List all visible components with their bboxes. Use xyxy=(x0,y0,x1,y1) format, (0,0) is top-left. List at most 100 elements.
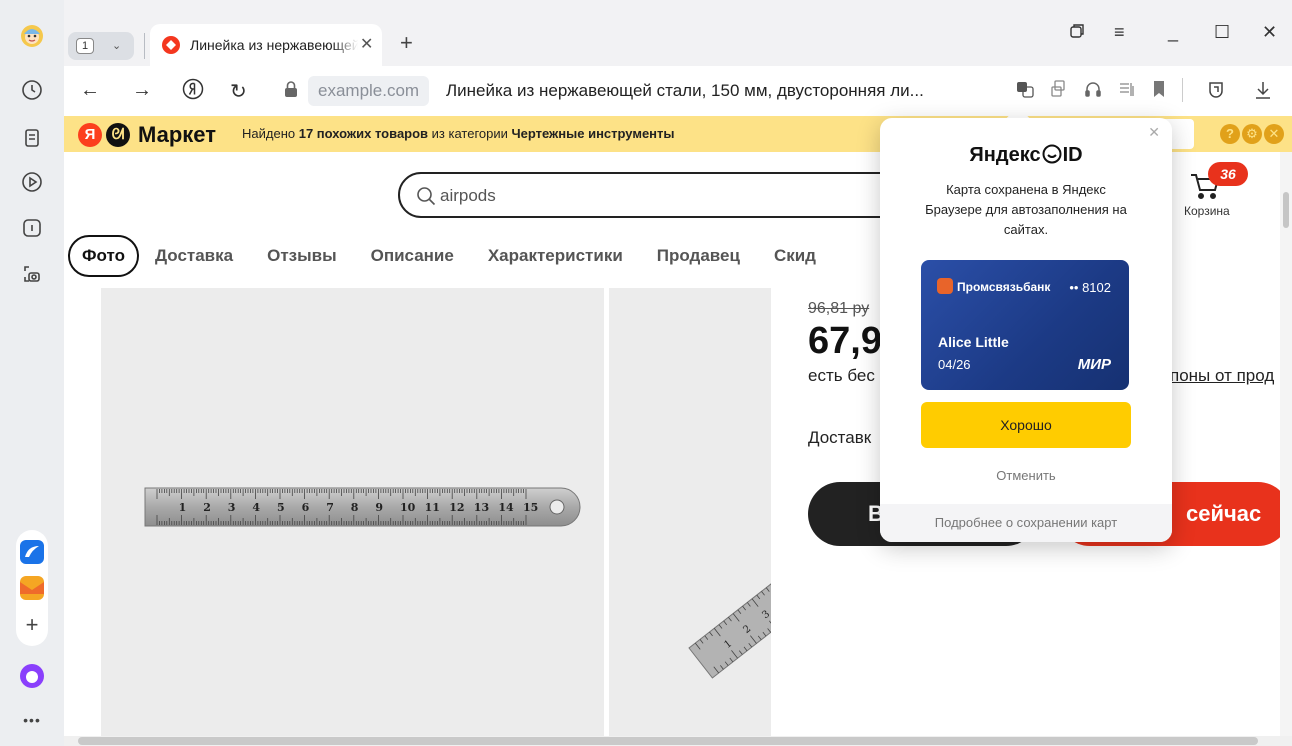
ok-button[interactable]: Хорошо xyxy=(921,402,1131,448)
screenshot-icon[interactable] xyxy=(20,262,44,286)
ruler-number: 4 xyxy=(252,501,260,514)
market-circle-icon: ᘛ xyxy=(106,123,130,147)
ruler-number: 2 xyxy=(203,501,211,514)
ruler-number: 9 xyxy=(375,501,383,514)
ruler-number: 5 xyxy=(277,501,285,514)
tab-seller[interactable]: Продавец xyxy=(657,246,740,266)
market-logo[interactable]: Я ᘛ Маркет xyxy=(78,122,216,148)
forward-icon[interactable]: → xyxy=(132,79,152,102)
ruler-number: 10 xyxy=(400,501,416,514)
market-brand: Маркет xyxy=(138,122,216,147)
reading-list-icon[interactable] xyxy=(1118,80,1136,98)
ruler-number: 14 xyxy=(498,501,514,514)
tab-specs[interactable]: Характеристики xyxy=(488,246,623,266)
collections-icon[interactable] xyxy=(20,126,44,150)
reader-mode-icon[interactable] xyxy=(1050,80,1068,98)
menu-icon[interactable]: ≡ xyxy=(1114,22,1125,43)
tab-description[interactable]: Описание xyxy=(371,246,454,266)
market-text-count: 17 похожих товаров xyxy=(298,126,429,141)
cancel-button[interactable]: Отменить xyxy=(880,468,1172,483)
lock-icon[interactable] xyxy=(284,80,298,98)
new-tab-icon[interactable]: + xyxy=(400,30,413,56)
ruler-number: 15 xyxy=(523,501,538,514)
active-tab[interactable]: Линейка из нержавеющей стали, 150 мм, дв… xyxy=(150,24,382,66)
tab-separator xyxy=(144,33,145,59)
market-bar-text[interactable]: Найдено 17 похожих товаров из категории … xyxy=(242,126,675,141)
browser-sidebar: + ••• xyxy=(0,0,64,746)
back-icon[interactable]: ← xyxy=(80,79,100,102)
search-input[interactable]: airpods xyxy=(398,172,958,218)
reload-icon[interactable]: ↻ xyxy=(230,79,247,104)
free-shipping-text: есть бес xyxy=(808,366,875,385)
maximize-icon[interactable]: ☐ xyxy=(1214,22,1230,43)
yandex-id-logo-text: Яндекс xyxy=(969,144,1041,166)
protect-icon[interactable] xyxy=(1206,80,1226,100)
more-icon[interactable]: ••• xyxy=(20,712,44,736)
tab-delivery[interactable]: Доставка xyxy=(155,246,233,266)
coupons-link[interactable]: поны от прод xyxy=(1170,366,1274,386)
close-window-icon[interactable]: ✕ xyxy=(1262,22,1277,43)
url-domain[interactable]: example.com xyxy=(308,76,430,106)
yandex-circle-icon: Я xyxy=(78,123,102,147)
card-payment-system: МИР xyxy=(1077,356,1111,373)
saved-bank-card: Промсвязьбанк •• 8102 Alice Little 04/26… xyxy=(921,260,1129,390)
ruler-angled-image: 1 2 3 xyxy=(688,567,771,679)
horizontal-scroll-thumb[interactable] xyxy=(78,737,1258,745)
tab-switcher-button[interactable]: 1 ⌄ xyxy=(68,32,134,60)
cart-count-badge: 36 xyxy=(1208,162,1248,186)
profile-avatar-icon[interactable] xyxy=(20,24,44,48)
alice-assistant-icon[interactable] xyxy=(20,664,44,688)
downloads-icon[interactable] xyxy=(1254,80,1272,100)
tabs-menu-icon[interactable] xyxy=(1068,22,1086,40)
bank-logo-icon xyxy=(937,278,953,294)
market-text-middle: из категории xyxy=(428,126,512,141)
vertical-scrollbar[interactable] xyxy=(1280,152,1292,736)
url-page-title[interactable]: Линейка из нержавеющей стали, 150 мм, дв… xyxy=(446,81,924,101)
tab-count: 1 xyxy=(76,38,94,54)
ruler-number: 3 xyxy=(228,501,236,514)
translate-icon[interactable] xyxy=(1016,80,1034,98)
messenger-app-icon[interactable] xyxy=(20,540,44,564)
yandex-logo-icon[interactable] xyxy=(182,78,204,100)
product-tabs: Фото Доставка Отзывы Описание Характерис… xyxy=(68,234,850,278)
ruler-image: 1 2 3 4 5 6 7 8 9 10 11 12 13 14 15 xyxy=(144,487,581,527)
yandex-id-logo: Яндекс ID xyxy=(880,144,1172,167)
settings-icon[interactable]: ⚙ xyxy=(1242,124,1262,144)
close-tab-icon[interactable]: ✕ xyxy=(360,34,373,54)
old-price: 96,81 ру xyxy=(808,300,870,317)
mail-app-icon[interactable] xyxy=(20,576,44,600)
card-holder: Alice Little xyxy=(938,334,1009,350)
horizontal-scrollbar[interactable] xyxy=(64,736,1292,746)
tab-title: Линейка из нержавеющей стали, 150 мм, дв… xyxy=(190,37,358,53)
product-photo-secondary[interactable]: 1 2 3 xyxy=(609,288,771,736)
popup-close-icon[interactable]: ✕ xyxy=(1148,124,1160,141)
ruler-number: 13 xyxy=(474,501,489,514)
card-expiry: 04/26 xyxy=(938,357,971,372)
minimize-icon[interactable]: _ xyxy=(1168,22,1178,43)
ruler-number: 1 xyxy=(179,501,187,514)
product-photo-main[interactable]: 1 2 3 4 5 6 7 8 9 10 11 12 13 14 15 xyxy=(101,288,604,736)
card-bank-name: Промсвязьбанк xyxy=(957,280,1051,294)
tab-photo[interactable]: Фото xyxy=(68,235,139,277)
bookmark-icon[interactable] xyxy=(1152,80,1166,98)
play-icon[interactable] xyxy=(20,170,44,194)
headphones-icon[interactable] xyxy=(1084,80,1102,98)
yandex-id-logo-id: ID xyxy=(1062,144,1083,166)
tab-discounts[interactable]: Скид xyxy=(774,246,816,266)
ruler-number: 8 xyxy=(351,501,359,514)
history-icon[interactable] xyxy=(20,78,44,102)
yandex-id-popup: ✕ Яндекс ID Карта сохранена в Яндекс Брау… xyxy=(880,118,1172,542)
add-app-icon[interactable]: + xyxy=(20,614,44,638)
smile-icon xyxy=(1042,144,1062,164)
vertical-scroll-thumb[interactable] xyxy=(1283,192,1289,228)
help-icon[interactable]: ? xyxy=(1220,124,1240,144)
cart-label[interactable]: Корзина xyxy=(1184,204,1230,218)
toolbar-divider xyxy=(1182,78,1183,102)
card-saved-message: Карта сохранена в Яндекс Браузере для ав… xyxy=(925,182,1127,237)
tab-reviews[interactable]: Отзывы xyxy=(267,246,337,266)
price: 67,9 xyxy=(808,320,882,362)
tab-counter-icon[interactable] xyxy=(20,216,44,240)
close-icon[interactable]: ✕ xyxy=(1264,124,1284,144)
search-icon xyxy=(416,186,436,206)
learn-more-link[interactable]: Подробнее о сохранении карт xyxy=(880,504,1172,542)
